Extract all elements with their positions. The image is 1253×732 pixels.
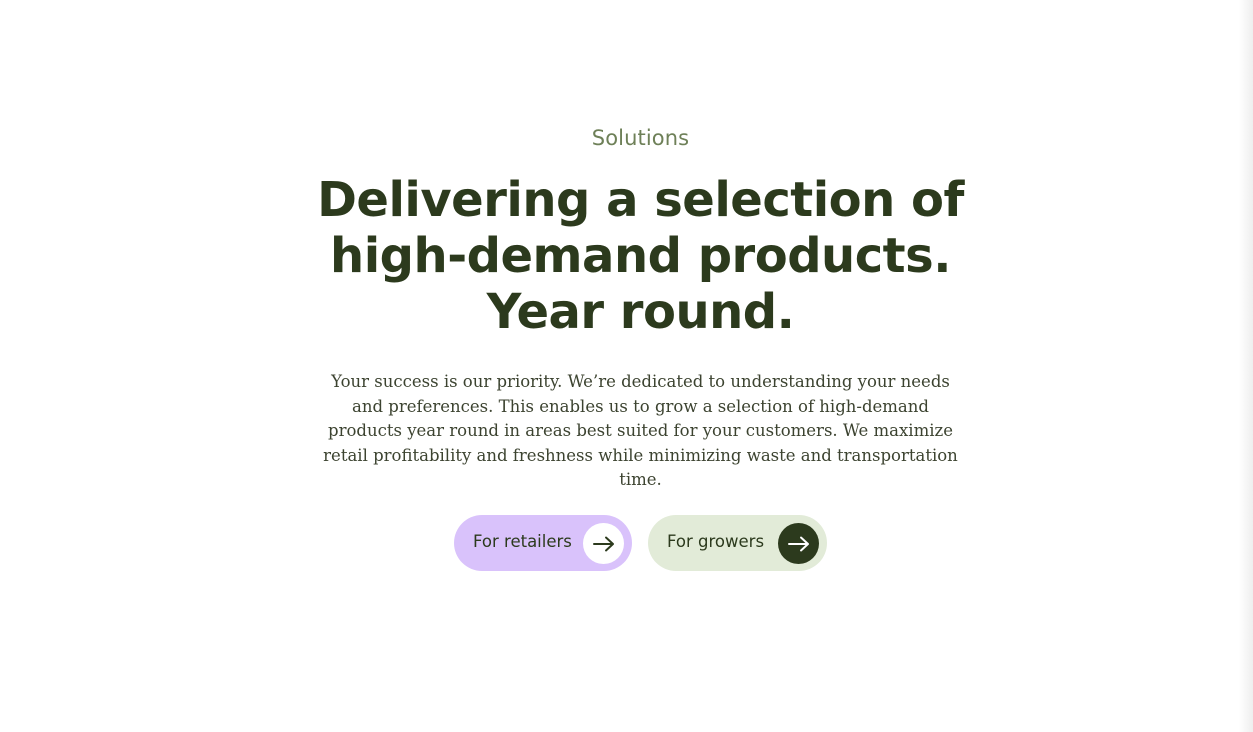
for-growers-button[interactable]: For growers	[648, 515, 827, 571]
section-description: Your success is our priority. We’re dedi…	[323, 372, 958, 489]
for-retailers-button[interactable]: For retailers	[454, 515, 632, 571]
section-headline: Delivering a selection of high-demand pr…	[300, 172, 981, 340]
for-growers-label: For growers	[667, 532, 765, 551]
section-eyebrow: Solutions	[591, 126, 690, 150]
headline-line-1: Delivering a selection of	[317, 172, 964, 228]
arrow-right-icon	[778, 523, 819, 564]
solutions-section: Solutions Delivering a selection of high…	[0, 0, 1253, 732]
arrow-right-icon	[583, 523, 624, 564]
headline-line-2: high-demand products.	[330, 228, 951, 284]
page-edge-shadow	[1239, 0, 1253, 732]
for-retailers-label: For retailers	[473, 532, 572, 551]
headline-line-3: Year round.	[486, 284, 795, 340]
